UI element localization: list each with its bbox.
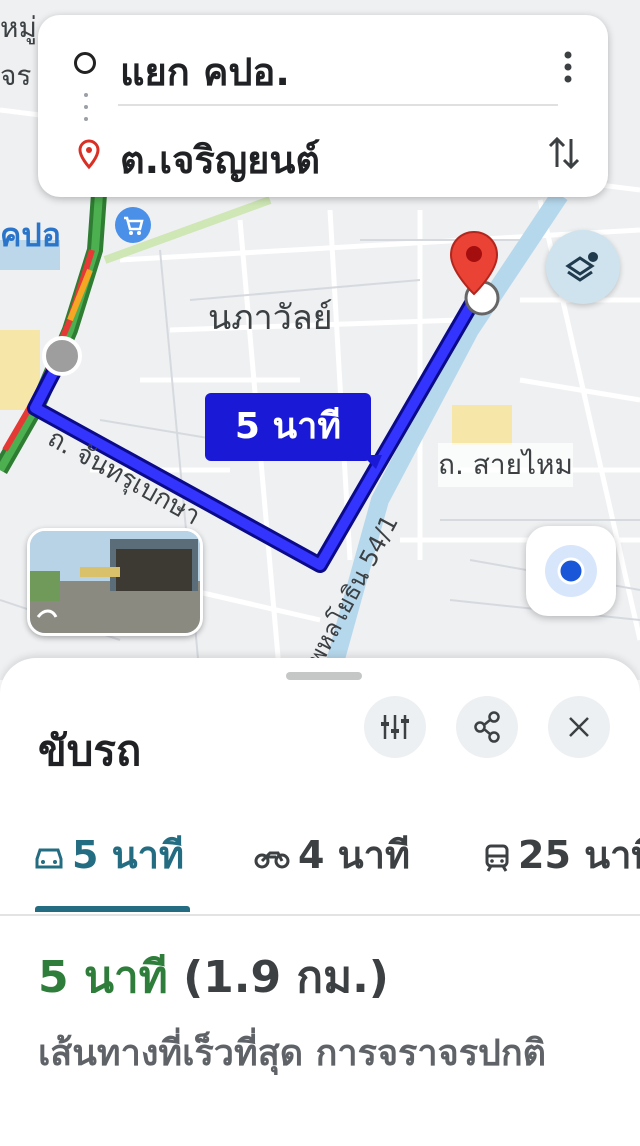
tab-car-label: 5 นาที bbox=[72, 833, 185, 877]
tab-car[interactable]: 5 นาที bbox=[34, 824, 184, 896]
car-icon bbox=[35, 848, 63, 868]
layers-button[interactable] bbox=[546, 230, 620, 304]
tune-icon bbox=[381, 715, 409, 739]
active-tab-indicator bbox=[35, 906, 190, 912]
map-label-kpo: คปอ bbox=[0, 216, 61, 254]
close-button[interactable] bbox=[548, 696, 610, 758]
tab-transit-label: 25 นาที bbox=[518, 833, 640, 877]
layers-icon bbox=[565, 252, 598, 282]
tab-motorcycle-label: 4 นาที bbox=[298, 833, 411, 877]
share-button[interactable] bbox=[456, 696, 518, 758]
destination-pin-icon bbox=[449, 230, 499, 296]
more-vert-icon[interactable] bbox=[558, 47, 578, 87]
route-options-button[interactable] bbox=[364, 696, 426, 758]
my-location-button[interactable] bbox=[526, 526, 616, 616]
route-distance: (1.9 กม.) bbox=[183, 952, 389, 1003]
travel-mode-tabs: 5 นาที 4 นาที 25 นาที bbox=[0, 818, 640, 916]
street-view-thumbnail[interactable] bbox=[27, 528, 203, 636]
share-icon bbox=[474, 711, 500, 743]
shopping-cart-icon[interactable] bbox=[113, 205, 153, 245]
route-description: เส้นทางที่เร็วที่สุด การจราจรปกติ bbox=[38, 1033, 547, 1074]
sheet-title: ขับรถ bbox=[38, 726, 142, 775]
swap-vert-icon[interactable] bbox=[546, 133, 582, 173]
origin-input[interactable]: แยก คปอ. bbox=[120, 41, 290, 102]
search-divider bbox=[118, 104, 558, 106]
street-view-image bbox=[30, 531, 200, 633]
close-icon bbox=[569, 717, 589, 737]
directions-sheet: ขับรถ 5 นาที 4 นาที 25 นา 5 นาที (1.9 กม… bbox=[0, 658, 640, 1146]
destination-row[interactable]: ต.เจริญยนต์ bbox=[38, 115, 608, 185]
map-label-road2: ถ. สายไหม bbox=[438, 443, 573, 487]
motorcycle-icon bbox=[254, 851, 290, 868]
route-search-card: แยก คปอ. ต.เจริญยนต์ bbox=[38, 15, 608, 197]
route-time-pointer bbox=[362, 455, 382, 469]
route-duration: 5 นาที bbox=[38, 952, 168, 1003]
route-time-label[interactable]: 5 นาที bbox=[205, 393, 371, 461]
map-label-top: หมู่ bbox=[0, 11, 37, 44]
sheet-drag-handle[interactable] bbox=[286, 672, 362, 680]
route-summary: 5 นาที (1.9 กม.) bbox=[38, 942, 389, 1012]
tab-transit[interactable]: 25 นาที bbox=[484, 824, 640, 896]
destination-input[interactable]: ต.เจริญยนต์ bbox=[120, 129, 320, 190]
transit-icon bbox=[485, 844, 509, 872]
my-location-icon bbox=[545, 545, 597, 597]
map-label-area: นภาวัลย์ bbox=[208, 298, 333, 338]
map-label-top2: จร bbox=[0, 59, 32, 92]
tab-motorcycle[interactable]: 4 นาที bbox=[254, 824, 410, 896]
